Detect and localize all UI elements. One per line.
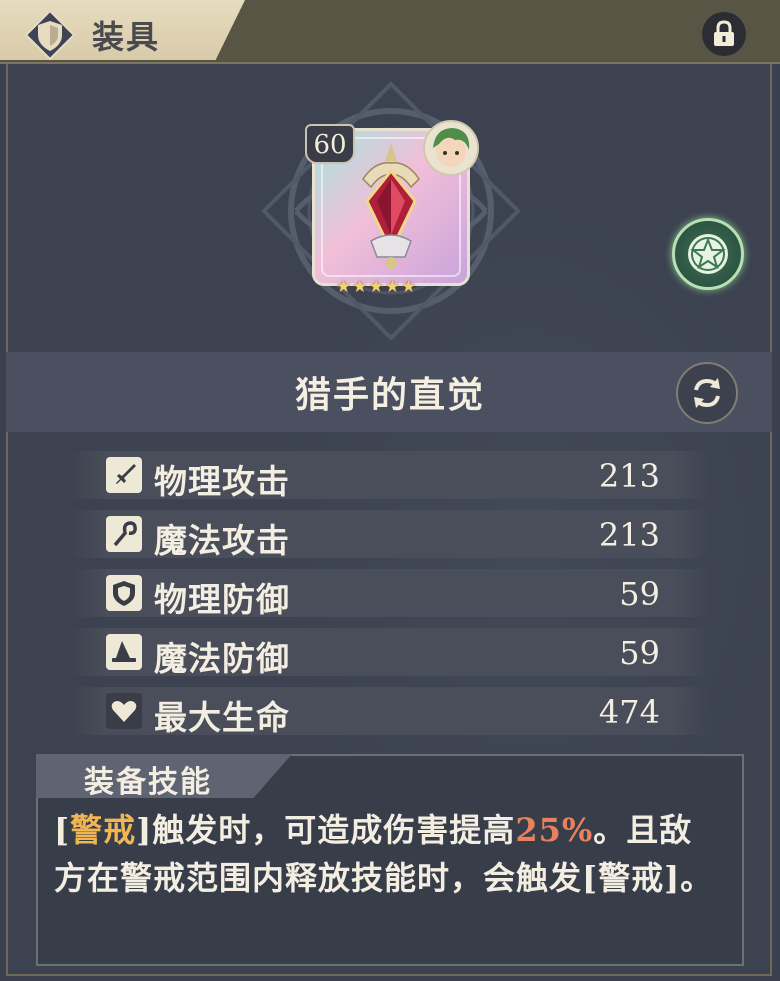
character-avatar[interactable] (423, 120, 479, 176)
lock-icon (714, 20, 734, 46)
stat-value: 213 (598, 516, 660, 554)
favorite-star-button[interactable] (672, 218, 744, 290)
stat-row-physical-attack: 物理攻击 213 (70, 451, 710, 501)
lock-button[interactable] (702, 12, 746, 56)
skill-desc-part: ]触发时，可造成伤害提高 (136, 811, 516, 849)
swap-button[interactable] (676, 362, 738, 424)
shield-icon (106, 575, 142, 611)
stat-label: 魔法攻击 (154, 521, 290, 560)
skill-keyword: 警戒 (70, 811, 137, 849)
pentagram-icon (688, 234, 728, 274)
stat-label: 物理攻击 (154, 462, 290, 501)
shield-icon (24, 9, 76, 61)
stat-label: 魔法防御 (154, 639, 290, 678)
stat-value: 59 (619, 634, 660, 672)
stat-value: 59 (619, 575, 660, 613)
stat-value: 213 (598, 457, 660, 495)
skill-description: [警戒]触发时，可造成伤害提高25%。且敌方在警戒范围内释放技能时，会触发[警戒… (54, 806, 724, 902)
wizard-hat-icon (106, 634, 142, 670)
stat-label: 物理防御 (154, 580, 290, 619)
heart-icon (106, 693, 142, 729)
stat-label: 最大生命 (154, 698, 290, 737)
rarity-stars: ★★★★★ (336, 277, 418, 297)
equipment-name: 猎手的直觉 (294, 374, 485, 416)
level-badge: 60 (305, 124, 355, 164)
staff-icon (106, 516, 142, 552)
sword-icon (106, 457, 142, 493)
skill-title: 装备技能 (84, 765, 212, 800)
skill-percent: 25% (515, 811, 594, 849)
stat-row-physical-defense: 物理防御 59 (70, 569, 710, 619)
stat-row-max-hp: 最大生命 474 (70, 687, 710, 737)
refresh-icon (694, 378, 720, 408)
stat-value: 474 (598, 693, 660, 731)
stat-row-magic-attack: 魔法攻击 213 (70, 510, 710, 560)
character-portrait-icon (433, 128, 470, 167)
skill-desc-bracket: [ (54, 811, 71, 849)
page-title: 装具 (92, 18, 161, 56)
stat-row-magic-defense: 魔法防御 59 (70, 628, 710, 678)
